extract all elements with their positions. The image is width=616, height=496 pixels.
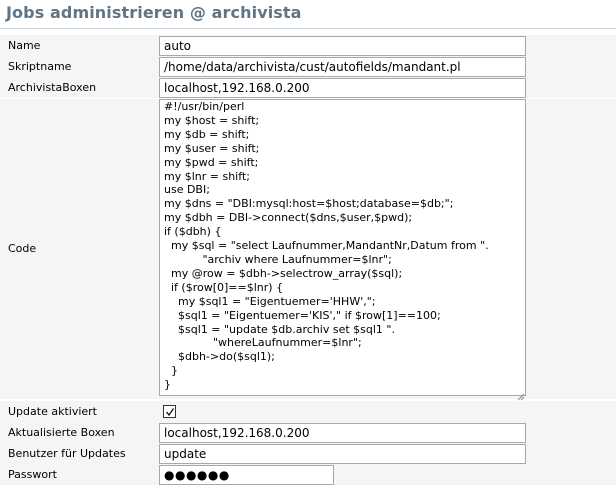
passwort-input[interactable]: ●●●●●● <box>159 465 334 485</box>
benutzer-input[interactable]: update <box>159 444 526 464</box>
archivista-boxen-input[interactable]: localhost,192.168.0.200 <box>159 78 526 98</box>
page-title: Jobs administrieren @ archivista <box>6 3 302 22</box>
code-textarea[interactable]: #!/usr/bin/perl my $host = shift; my $db… <box>159 99 526 396</box>
row-code: Code #!/usr/bin/perl my $host = shift; m… <box>0 99 616 401</box>
name-label: Name <box>8 39 41 52</box>
update-aktiviert-checkbox[interactable] <box>163 405 176 418</box>
row-name: Name auto <box>0 35 616 56</box>
row-passwort: Passwort ●●●●●● <box>0 464 616 485</box>
row-archivista-boxen: ArchivistaBoxen localhost,192.168.0.200 <box>0 77 616 98</box>
archivista-boxen-label: ArchivistaBoxen <box>8 81 97 94</box>
row-update-aktiviert: Update aktiviert <box>0 401 616 422</box>
passwort-label: Passwort <box>8 468 57 481</box>
checkmark-icon <box>166 408 175 417</box>
aktualisierte-boxen-label: Aktualisierte Boxen <box>8 426 115 439</box>
row-benutzer: Benutzer für Updates update <box>0 443 616 464</box>
update-aktiviert-label: Update aktiviert <box>8 405 97 418</box>
row-aktualisierte-boxen: Aktualisierte Boxen localhost,192.168.0.… <box>0 422 616 443</box>
skriptname-label: Skriptname <box>8 60 72 73</box>
aktualisierte-boxen-input[interactable]: localhost,192.168.0.200 <box>159 423 526 443</box>
resize-grip-icon[interactable] <box>516 386 525 401</box>
benutzer-label: Benutzer für Updates <box>8 447 126 460</box>
title-divider <box>0 28 616 29</box>
row-skriptname: Skriptname /home/data/archivista/cust/au… <box>0 56 616 77</box>
code-label: Code <box>8 242 37 255</box>
jobs-admin-page: Jobs administrieren @ archivista Name au… <box>0 0 616 496</box>
skriptname-input[interactable]: /home/data/archivista/cust/autofields/ma… <box>159 57 526 77</box>
name-input[interactable]: auto <box>159 36 526 56</box>
